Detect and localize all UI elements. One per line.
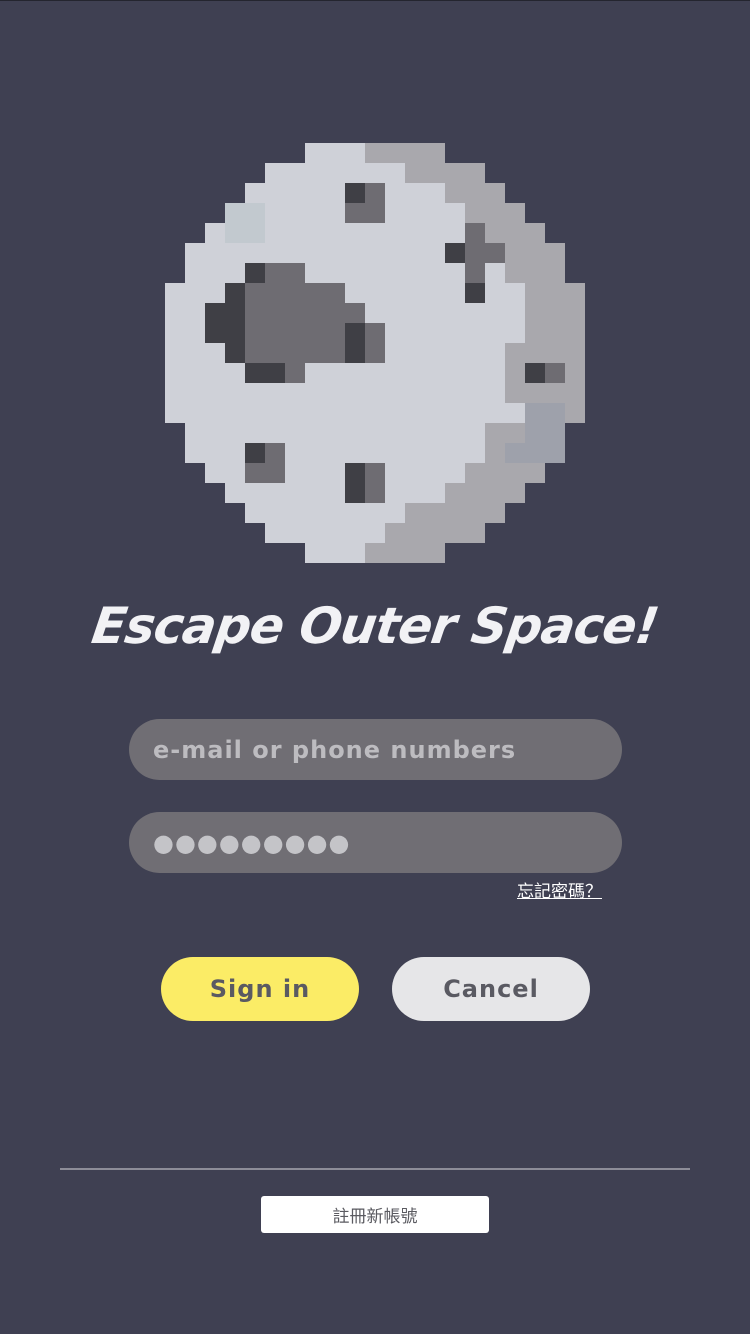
app-title: Escape Outer Space! [88, 597, 662, 655]
email-input[interactable] [153, 735, 622, 764]
pixel-moon-icon [165, 143, 585, 563]
password-input[interactable] [153, 828, 622, 857]
email-field[interactable] [129, 719, 622, 780]
password-field[interactable] [129, 812, 622, 873]
cancel-button[interactable]: Cancel [392, 957, 590, 1021]
forgot-password-link[interactable]: 忘記密碼？ [517, 877, 602, 902]
register-account-button[interactable]: 註冊新帳號 [261, 1196, 489, 1233]
moon-pixel-art [165, 143, 585, 563]
sign-in-button[interactable]: Sign in [161, 957, 359, 1021]
divider [60, 1168, 690, 1170]
